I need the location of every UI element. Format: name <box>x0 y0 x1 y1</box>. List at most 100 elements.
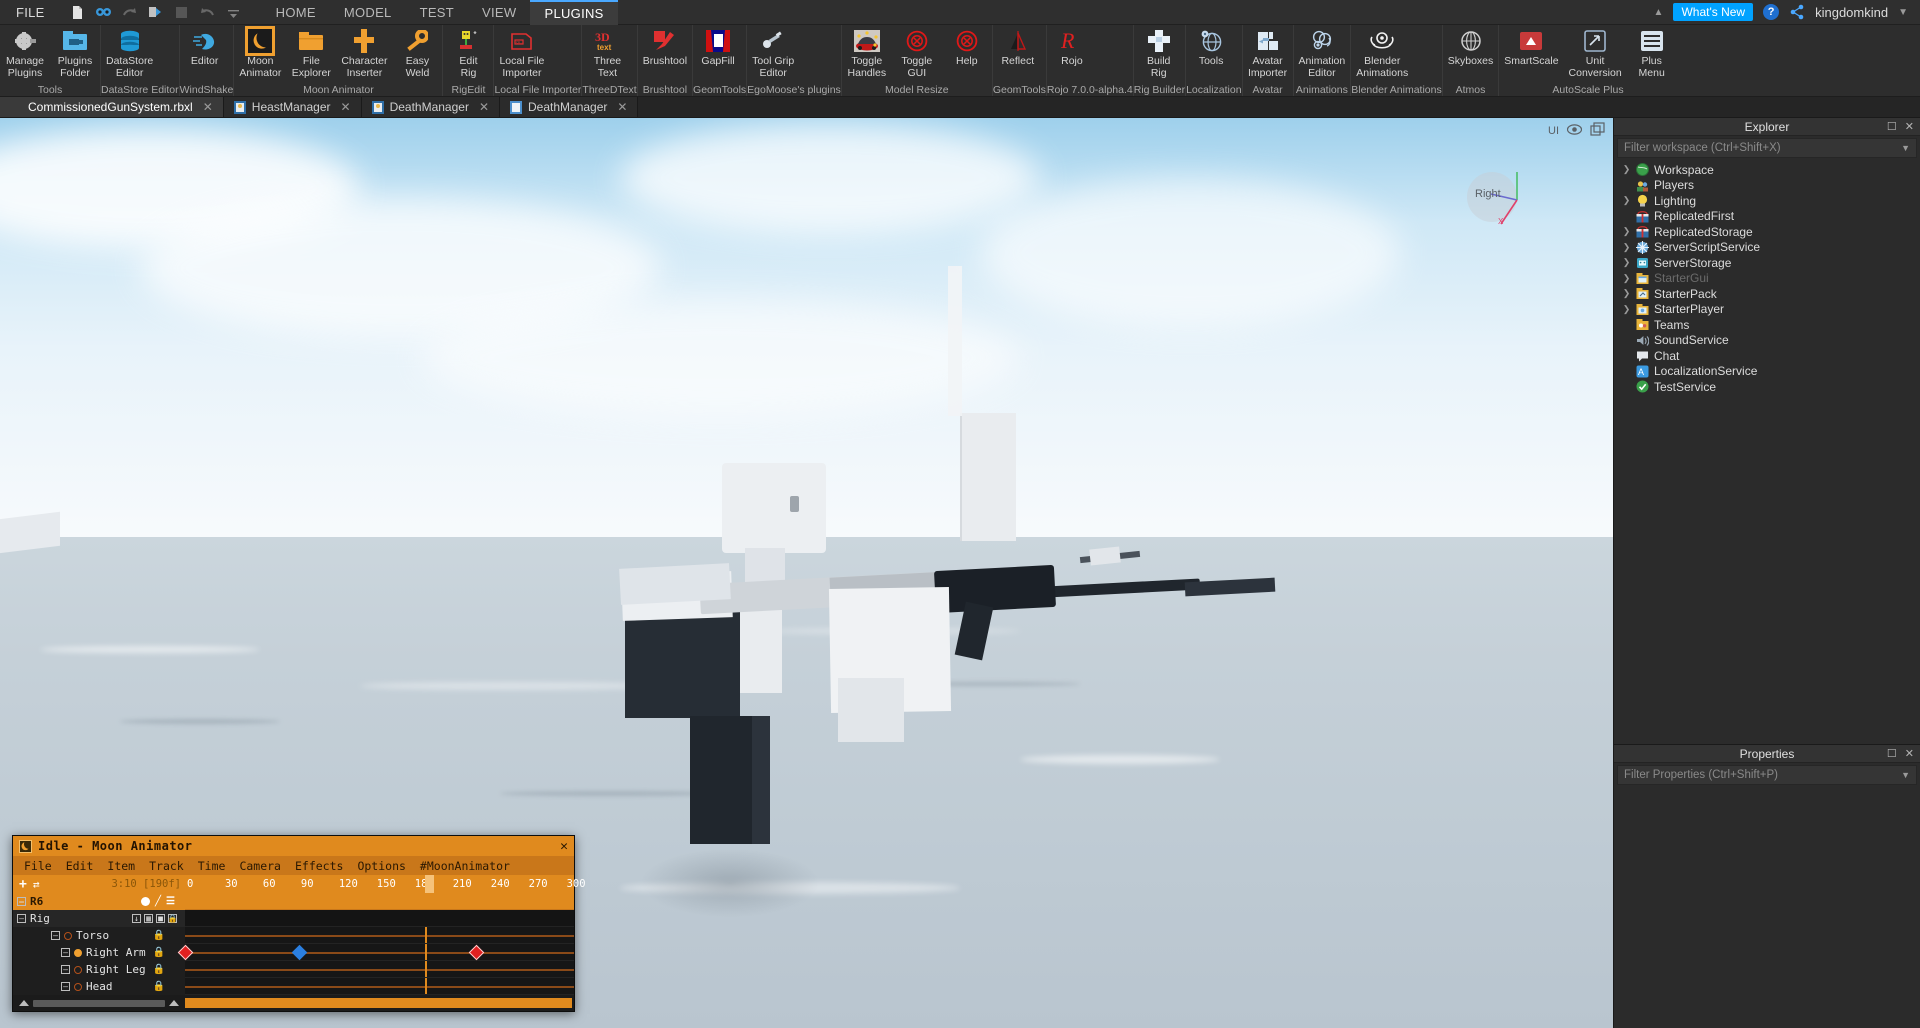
plus-icon[interactable]: + <box>19 877 27 892</box>
tab-view[interactable]: VIEW <box>468 0 530 25</box>
keyframe-marker[interactable] <box>468 944 485 961</box>
track-row[interactable]: – Right Arm 🔒 <box>13 944 574 961</box>
ribbon-button-local-file-importer[interactable]: Oi... Local File Importer <box>494 25 549 79</box>
expand-chevron-icon[interactable]: ❯ <box>1622 164 1631 175</box>
tab-plugins[interactable]: PLUGINS <box>530 0 618 25</box>
user-dropdown-icon[interactable]: ▼ <box>1898 7 1908 18</box>
lock-icon[interactable]: 🔒 <box>168 914 177 923</box>
ribbon-button-build-rig[interactable]: Build Rig <box>1134 25 1184 79</box>
menu-icon[interactable]: ☰ <box>166 896 175 907</box>
share-icon[interactable] <box>1789 4 1805 20</box>
close-icon[interactable]: ✕ <box>560 839 568 854</box>
chevron-down-icon[interactable]: ▼ <box>1901 143 1910 153</box>
3d-viewport[interactable]: UI X Right Idle - Moon Animator ✕ File E… <box>0 118 1613 1028</box>
explorer-item-starterplayer[interactable]: ❯ StarterPlayer <box>1614 302 1920 318</box>
ribbon-button-easy-weld[interactable]: Easy Weld <box>392 25 442 79</box>
close-icon[interactable]: ✕ <box>1905 747 1914 760</box>
ribbon-button-gapfill[interactable]: GapFill <box>693 25 743 68</box>
ribbon-button-tools[interactable]: Tools <box>1186 25 1236 68</box>
ribbon-button-datastore-editor[interactable]: DataStore Editor <box>101 25 158 79</box>
track-lane[interactable] <box>185 978 574 995</box>
menu-time[interactable]: Time <box>191 859 233 873</box>
ribbon-button-smartscale[interactable]: SmartScale <box>1499 25 1563 68</box>
menu-camera[interactable]: Camera <box>232 859 288 873</box>
ribbon-button-toggle-gui[interactable]: Toggle GUI <box>892 25 942 79</box>
undock-icon[interactable]: ☐ <box>1887 747 1897 760</box>
ribbon-button-file-explorer[interactable]: File Explorer <box>286 25 336 79</box>
track-row[interactable]: – Right Leg 🔒 <box>13 961 574 978</box>
file-menu-button[interactable]: FILE <box>0 5 59 20</box>
columns-icon[interactable]: ▦ <box>144 914 153 923</box>
undock-icon[interactable]: ☐ <box>1887 120 1897 133</box>
expand-chevron-icon[interactable]: ❯ <box>1622 195 1631 206</box>
scroll-left-icon[interactable] <box>19 1000 29 1006</box>
collapse-icon[interactable]: – <box>51 931 60 940</box>
timeline-scrollbar[interactable] <box>13 995 574 1011</box>
scroll-right-icon[interactable] <box>169 1000 179 1006</box>
record-dot-icon[interactable] <box>141 897 150 906</box>
collapse-icon[interactable]: – <box>61 948 70 957</box>
ribbon-button-skyboxes[interactable]: Skyboxes <box>1443 25 1499 68</box>
explorer-item-testservice[interactable]: TestService <box>1614 379 1920 395</box>
redo-icon[interactable] <box>121 4 138 21</box>
menu-track[interactable]: Track <box>142 859 191 873</box>
doc-tab-deathmanager-2[interactable]: DeathManager ✕ <box>500 97 639 117</box>
expand-chevron-icon[interactable]: ❯ <box>1622 242 1631 253</box>
playhead-handle[interactable] <box>425 875 435 893</box>
menu-edit[interactable]: Edit <box>59 859 101 873</box>
ribbon-button-character-inserter[interactable]: Character Inserter <box>336 25 392 79</box>
collapse-icon[interactable]: – <box>61 982 70 991</box>
expand-chevron-icon[interactable]: ❯ <box>1622 304 1631 315</box>
collapse-ribbon-icon[interactable]: ▲ <box>1654 7 1664 18</box>
explorer-item-starterpack[interactable]: ❯ StarterPack <box>1614 286 1920 302</box>
explorer-item-startergui[interactable]: ❯ StarterGui <box>1614 271 1920 287</box>
explorer-item-workspace[interactable]: ❯ Workspace <box>1614 162 1920 178</box>
moon-animator-titlebar[interactable]: Idle - Moon Animator ✕ <box>13 836 574 856</box>
ribbon-button-moon-animator[interactable]: Moon Animator <box>234 25 286 79</box>
explorer-item-chat[interactable]: Chat <box>1614 348 1920 364</box>
collapse-icon[interactable]: – <box>17 914 26 923</box>
ribbon-button-edit-rig[interactable]: Edit Rig <box>443 25 493 79</box>
ribbon-button-plus-menu[interactable]: Plus Menu <box>1627 25 1677 79</box>
track-lane[interactable] <box>185 927 574 944</box>
timeline-scroll-thumb[interactable] <box>185 998 572 1008</box>
explorer-item-replicatedstorage[interactable]: ❯ ReplicatedStorage <box>1614 224 1920 240</box>
username-label[interactable]: kingdomkind <box>1815 5 1888 20</box>
ui-toggle-label[interactable]: UI <box>1548 125 1559 137</box>
play-icon[interactable] <box>147 4 164 21</box>
explorer-item-replicatedfirst[interactable]: ReplicatedFirst <box>1614 209 1920 225</box>
ribbon-button-unit-conversion[interactable]: Unit Conversion <box>1564 25 1627 79</box>
explorer-item-soundservice[interactable]: SoundService <box>1614 333 1920 349</box>
close-icon[interactable]: ✕ <box>1905 120 1914 133</box>
more-options-icon[interactable] <box>225 4 242 21</box>
menu-effects[interactable]: Effects <box>288 859 350 873</box>
ribbon-button-rojo[interactable]: R Rojo <box>1047 25 1097 68</box>
lock-icon[interactable]: 🔒 <box>153 981 165 992</box>
menu-options[interactable]: Options <box>350 859 412 873</box>
close-icon[interactable]: ✕ <box>203 100 213 114</box>
menu-file[interactable]: File <box>17 859 59 873</box>
track-row-rig[interactable]: – Rig ↓ ▦ ■ 🔒 <box>13 910 574 927</box>
view-orientation-gizmo[interactable]: X Right <box>1467 166 1533 226</box>
explorer-item-players[interactable]: Players <box>1614 178 1920 194</box>
track-row[interactable]: – Torso 🔒 <box>13 927 574 944</box>
menu-moonanimator-tag[interactable]: #MoonAnimator <box>413 859 517 873</box>
tab-model[interactable]: MODEL <box>330 0 406 25</box>
ribbon-button-plugins-folder[interactable]: Plugins Folder <box>50 25 100 79</box>
square-icon[interactable]: ■ <box>156 914 165 923</box>
eye-icon[interactable] <box>1566 123 1583 138</box>
close-icon[interactable]: ✕ <box>341 100 351 114</box>
stop-icon[interactable] <box>173 4 190 21</box>
new-file-icon[interactable] <box>69 4 86 21</box>
explorer-filter-input[interactable]: Filter workspace (Ctrl+Shift+X) ▼ <box>1617 138 1917 158</box>
expand-chevron-icon[interactable]: ❯ <box>1622 273 1631 284</box>
track-row[interactable]: – Head 🔒 <box>13 978 574 995</box>
tween-icon[interactable]: ╱ <box>155 896 161 907</box>
keyframe-marker[interactable] <box>291 944 308 961</box>
doc-tab-heastmanager[interactable]: HeastManager ✕ <box>223 97 362 117</box>
scroll-thumb[interactable] <box>33 999 165 1007</box>
tab-home[interactable]: HOME <box>262 0 330 25</box>
timeline-ruler[interactable]: + ⇄ 3:10 [190f] 0 30 60 90 120 150 180 210 240 27… <box>13 875 586 893</box>
lock-icon[interactable]: 🔒 <box>153 930 165 941</box>
moon-animator-window[interactable]: Idle - Moon Animator ✕ File Edit Item Tr… <box>12 835 586 1012</box>
